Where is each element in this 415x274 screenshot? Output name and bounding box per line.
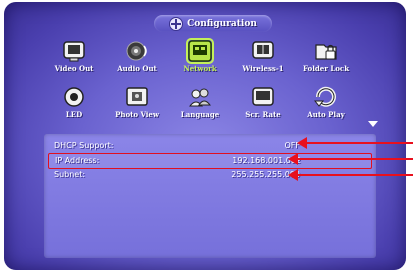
menu-item-photo-view[interactable]: Photo View <box>107 86 167 130</box>
scroll-down-icon[interactable] <box>368 121 378 127</box>
page-title: Configuration <box>187 18 257 29</box>
ip-address-label: IP Address: <box>55 156 100 165</box>
subnet-value: 255.255.255.000 <box>231 170 300 179</box>
video-out-icon <box>63 41 85 62</box>
ip-address-value: 192.168.001.002 <box>232 156 301 165</box>
screen-rate-icon <box>252 87 274 106</box>
menu-item-video-out[interactable]: Video Out <box>44 40 104 84</box>
dhcp-support-label: DHCP Support: <box>54 141 114 150</box>
audio-out-icon <box>126 41 147 61</box>
auto-play-icon <box>314 86 336 107</box>
ip-address-row[interactable]: IP Address: 192.168.001.002 <box>48 153 372 169</box>
screenshot: Configuration Video Out Audio Out Networ… <box>0 0 415 274</box>
photo-view-icon <box>126 87 148 106</box>
menu-item-network[interactable]: Network <box>170 38 230 84</box>
title-bar: Configuration <box>154 15 272 32</box>
annotation-arrow-dhcp <box>297 137 413 149</box>
wireless-icon <box>252 41 274 59</box>
tv-screen: Configuration Video Out Audio Out Networ… <box>4 2 406 270</box>
menu-label: Scr. Rate <box>245 110 281 119</box>
menu-label: Folder Lock <box>302 64 350 73</box>
annotation-arrow-subnet <box>288 169 413 181</box>
annotation-arrow-ip <box>288 153 413 165</box>
menu-label: LED <box>65 110 83 119</box>
led-icon <box>64 87 84 107</box>
configuration-icon <box>169 16 184 31</box>
menu-label: Video Out <box>54 64 94 73</box>
language-icon <box>188 88 212 107</box>
menu-label: Audio Out <box>117 64 157 73</box>
menu-label: Auto Play <box>307 110 345 119</box>
menu-label: Language <box>180 110 220 119</box>
menu-item-auto-play[interactable]: Auto Play <box>296 86 356 130</box>
folder-lock-icon <box>315 44 337 60</box>
menu-item-language[interactable]: Language <box>170 86 230 130</box>
subnet-label: Subnet: <box>54 170 86 179</box>
menu-item-wireless[interactable]: Wireless-1 <box>233 40 293 84</box>
menu-item-audio-out[interactable]: Audio Out <box>107 40 167 84</box>
menu-item-folder-lock[interactable]: Folder Lock <box>296 40 356 84</box>
network-info-panel: DHCP Support: OFF IP Address: 192.168.00… <box>44 134 376 258</box>
menu-label: Network <box>183 64 217 73</box>
menu-item-screen-rate[interactable]: Scr. Rate <box>233 86 293 130</box>
network-icon <box>186 38 214 64</box>
menu-label: Wireless-1 <box>242 64 284 73</box>
menu-label: Photo View <box>115 110 159 119</box>
menu-item-led[interactable]: LED <box>44 86 104 130</box>
dhcp-support-value: OFF <box>284 141 301 150</box>
